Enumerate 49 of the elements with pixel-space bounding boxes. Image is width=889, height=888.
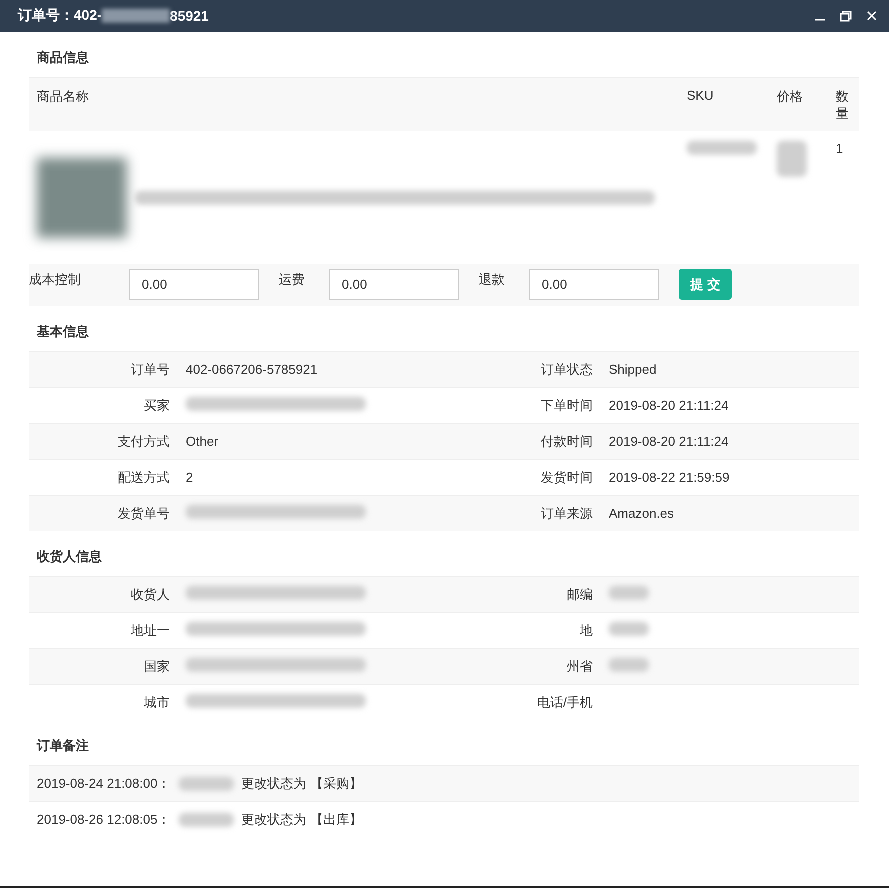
field-label: 国家 (143, 658, 170, 676)
input-field[interactable]: 0.00 (329, 269, 459, 300)
field-label: 收货人 (130, 586, 170, 604)
field-value: 2019-08-22 21:59:59 (609, 470, 730, 485)
note-text: 更改状态为 【采购】 (242, 774, 362, 792)
field-label: 州省 (566, 658, 593, 676)
window-title: 85921 (170, 8, 209, 24)
input-field[interactable]: 0.00 (529, 269, 659, 300)
field-label: 付款时间 (540, 432, 593, 450)
field-value: 2019-08-20 21:11:24 (609, 434, 729, 449)
section-heading: 基本信息 (36, 323, 90, 341)
note-time: 2019-08-24 21:08:00： (37, 774, 171, 792)
column-header: SKU (687, 88, 715, 103)
field-label: 电话/手机 (536, 694, 593, 712)
close-icon[interactable] (865, 9, 879, 23)
field-label: 配送方式 (117, 468, 170, 486)
window-title: 订单号：402- (18, 7, 102, 25)
field-label: 城市 (143, 694, 170, 712)
field-value: Other (186, 434, 219, 449)
maximize-icon[interactable] (839, 9, 853, 23)
field-label: 退款 (479, 271, 506, 289)
field-label: 订单来源 (540, 504, 593, 522)
field-label: 下单时间 (540, 396, 593, 414)
field-label: 发货时间 (540, 468, 593, 486)
field-label: 订单状态 (540, 360, 593, 378)
section-heading: 收货人信息 (36, 548, 103, 566)
field-label: 发货单号 (117, 504, 170, 522)
field-label: 买家 (143, 396, 170, 414)
section-heading: 商品信息 (36, 49, 90, 67)
field-label: 支付方式 (117, 432, 170, 450)
field-label: 成本控制 (29, 271, 82, 289)
field-label: 运费 (279, 271, 306, 289)
field-value: 2019-08-20 21:11:24 (609, 398, 729, 413)
input-field[interactable]: 0.00 (129, 269, 259, 300)
field-value: Shipped (609, 362, 657, 377)
note-time: 2019-08-26 12:08:05： (37, 810, 171, 828)
column-header: 商品名称 (37, 88, 90, 106)
field-value: 2 (186, 470, 194, 485)
field-label: 地址一 (130, 622, 170, 640)
field-label: 邮编 (566, 586, 593, 604)
column-header: 数量 (836, 88, 850, 122)
note-text: 更改状态为 【出库】 (242, 810, 362, 828)
field-value: 402-0667206-5785921 (186, 362, 318, 377)
field-value: Amazon.es (609, 506, 674, 521)
column-header: 价格 (777, 88, 804, 106)
field-label: 订单号 (130, 360, 170, 378)
table-cell: 1 (836, 141, 844, 156)
field-label: 地 (579, 622, 593, 640)
section-heading: 订单备注 (36, 737, 90, 755)
